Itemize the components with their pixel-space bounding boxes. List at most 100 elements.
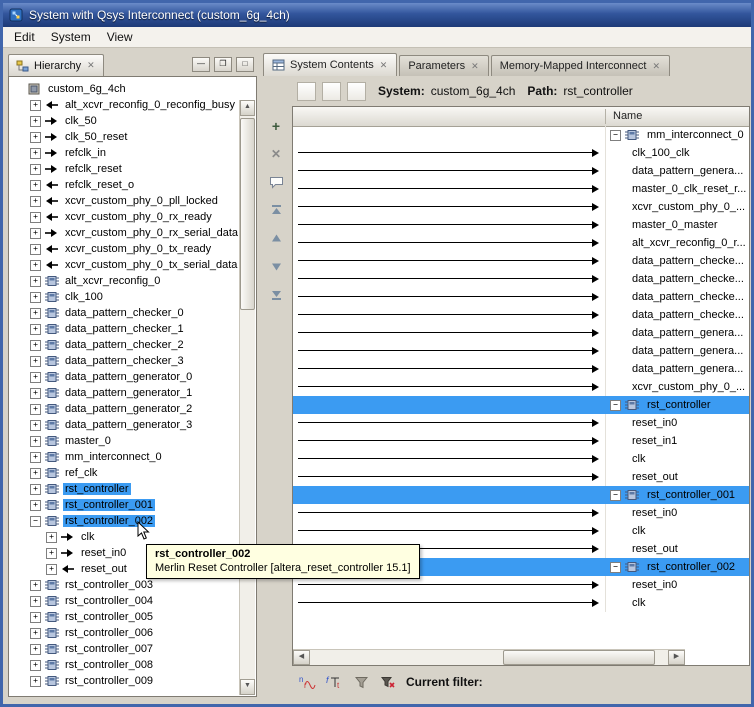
- expand-icon[interactable]: +: [30, 132, 41, 143]
- tree-item-data_pattern_checker_1[interactable]: +data_pattern_checker_1: [10, 321, 240, 337]
- tree-item-data_pattern_checker_3[interactable]: +data_pattern_checker_3: [10, 353, 240, 369]
- expand-icon[interactable]: +: [46, 532, 57, 543]
- toolbar-button-3[interactable]: [347, 82, 366, 101]
- expand-icon[interactable]: +: [46, 564, 57, 575]
- hierarchy-scrollbar[interactable]: ▲ ▼: [239, 100, 255, 695]
- tree-item-clk[interactable]: +clk: [10, 529, 240, 545]
- tab-hierarchy[interactable]: Hierarchy ✕: [8, 54, 104, 76]
- titlebar[interactable]: System with Qsys Interconnect (custom_6g…: [3, 3, 751, 27]
- tree-item-alt_xcvr_reconfig_0[interactable]: +alt_xcvr_reconfig_0: [10, 273, 240, 289]
- toolbar-button-1[interactable]: [297, 82, 316, 101]
- tab-hierarchy-close-icon[interactable]: ✕: [86, 61, 96, 70]
- contents-row-alt_xcvr_reconfig_0_r...[interactable]: alt_xcvr_reconfig_0_r...: [293, 234, 749, 252]
- tree-item-rst_controller[interactable]: +rst_controller: [10, 481, 240, 497]
- expand-icon[interactable]: +: [30, 356, 41, 367]
- contents-row-data_pattern_checke...[interactable]: data_pattern_checke...: [293, 270, 749, 288]
- tree-item-clk_50_reset[interactable]: +clk_50_reset: [10, 129, 240, 145]
- scroll-up-icon[interactable]: ▲: [240, 100, 255, 116]
- contents-row-mm_interconnect_0[interactable]: −mm_interconnect_0: [293, 126, 749, 144]
- contents-row-data_pattern_genera...[interactable]: data_pattern_genera...: [293, 360, 749, 378]
- tree-item-xcvr_custom_phy_0_pll_locked[interactable]: +xcvr_custom_phy_0_pll_locked: [10, 193, 240, 209]
- contents-row-clk[interactable]: clk: [293, 594, 749, 612]
- contents-row-xcvr_custom_phy_0_...[interactable]: xcvr_custom_phy_0_...: [293, 378, 749, 396]
- move-top-button[interactable]: [268, 202, 284, 218]
- expand-icon[interactable]: +: [30, 468, 41, 479]
- contents-row-data_pattern_genera...[interactable]: data_pattern_genera...: [293, 342, 749, 360]
- contents-row-reset_in0[interactable]: reset_in0: [293, 414, 749, 432]
- expand-icon[interactable]: +: [30, 148, 41, 159]
- expand-icon[interactable]: +: [30, 628, 41, 639]
- tab-system-contents-close-icon[interactable]: ✕: [379, 61, 389, 70]
- expand-icon[interactable]: +: [30, 308, 41, 319]
- contents-row-data_pattern_checke...[interactable]: data_pattern_checke...: [293, 288, 749, 306]
- collapse-icon[interactable]: −: [610, 130, 621, 141]
- expand-icon[interactable]: +: [46, 548, 57, 559]
- tab-memory-mapped-interconnect[interactable]: Memory-Mapped Interconnect ✕: [491, 55, 670, 76]
- waveform-filter-icon[interactable]: nr: [298, 674, 316, 690]
- expand-icon[interactable]: +: [30, 324, 41, 335]
- add-button[interactable]: +: [268, 118, 284, 134]
- name-column-header[interactable]: Name: [613, 110, 642, 122]
- expand-icon[interactable]: +: [30, 436, 41, 447]
- tree-item-xcvr_custom_phy_0_tx_ready[interactable]: +xcvr_custom_phy_0_tx_ready: [10, 241, 240, 257]
- tree-item-refclk_reset[interactable]: +refclk_reset: [10, 161, 240, 177]
- expand-icon[interactable]: +: [30, 372, 41, 383]
- tree-item-custom_6g_4ch[interactable]: custom_6g_4ch: [10, 81, 240, 97]
- contents-row-rst_controller_001[interactable]: −rst_controller_001: [293, 486, 749, 504]
- expand-icon[interactable]: +: [30, 644, 41, 655]
- collapse-icon[interactable]: −: [30, 516, 41, 527]
- expand-icon[interactable]: +: [30, 580, 41, 591]
- tree-item-rst_controller_006[interactable]: +rst_controller_006: [10, 625, 240, 641]
- tree-item-data_pattern_generator_3[interactable]: +data_pattern_generator_3: [10, 417, 240, 433]
- expand-icon[interactable]: +: [30, 596, 41, 607]
- tree-item-refclk_reset_o[interactable]: +refclk_reset_o: [10, 177, 240, 193]
- expand-icon[interactable]: +: [30, 388, 41, 399]
- tree-item-data_pattern_checker_0[interactable]: +data_pattern_checker_0: [10, 305, 240, 321]
- menu-edit[interactable]: Edit: [14, 30, 35, 44]
- expand-icon[interactable]: +: [30, 212, 41, 223]
- panel-float-button[interactable]: ❐: [214, 57, 232, 72]
- expand-icon[interactable]: +: [30, 340, 41, 351]
- tree-item-xcvr_custom_phy_0_tx_serial_data[interactable]: +xcvr_custom_phy_0_tx_serial_data: [10, 257, 240, 273]
- scroll-down-icon[interactable]: ▼: [240, 679, 255, 695]
- tree-item-alt_xcvr_reconfig_0_reconfig_busy[interactable]: +alt_xcvr_reconfig_0_reconfig_busy: [10, 97, 240, 113]
- move-up-button[interactable]: [268, 230, 284, 246]
- expand-icon[interactable]: +: [30, 276, 41, 287]
- contents-row-data_pattern_genera...[interactable]: data_pattern_genera...: [293, 324, 749, 342]
- tree-item-clk_50[interactable]: +clk_50: [10, 113, 240, 129]
- contents-row-reset_in1[interactable]: reset_in1: [293, 432, 749, 450]
- expand-icon[interactable]: +: [30, 404, 41, 415]
- scroll-left-icon[interactable]: ◀: [293, 650, 310, 665]
- contents-row-data_pattern_checke...[interactable]: data_pattern_checke...: [293, 306, 749, 324]
- tree-item-rst_controller_007[interactable]: +rst_controller_007: [10, 641, 240, 657]
- contents-row-rst_controller[interactable]: −rst_controller: [293, 396, 749, 414]
- tree-item-xcvr_custom_phy_0_rx_ready[interactable]: +xcvr_custom_phy_0_rx_ready: [10, 209, 240, 225]
- collapse-icon[interactable]: −: [610, 562, 621, 573]
- expand-icon[interactable]: +: [30, 116, 41, 127]
- move-bottom-button[interactable]: [268, 286, 284, 302]
- expand-icon[interactable]: +: [30, 196, 41, 207]
- tree-item-data_pattern_generator_1[interactable]: +data_pattern_generator_1: [10, 385, 240, 401]
- tree-item-rst_controller_008[interactable]: +rst_controller_008: [10, 657, 240, 673]
- tree-item-refclk_in[interactable]: +refclk_in: [10, 145, 240, 161]
- tree-item-rst_controller_003[interactable]: +rst_controller_003: [10, 577, 240, 593]
- tree-item-data_pattern_generator_2[interactable]: +data_pattern_generator_2: [10, 401, 240, 417]
- tree-item-ref_clk[interactable]: +ref_clk: [10, 465, 240, 481]
- tab-memory-mapped-interconnect-close-icon[interactable]: ✕: [651, 62, 661, 71]
- tree-item-data_pattern_checker_2[interactable]: +data_pattern_checker_2: [10, 337, 240, 353]
- tree-item-rst_controller_005[interactable]: +rst_controller_005: [10, 609, 240, 625]
- contents-row-master_0_clk_reset_r...[interactable]: master_0_clk_reset_r...: [293, 180, 749, 198]
- contents-row-data_pattern_genera...[interactable]: data_pattern_genera...: [293, 162, 749, 180]
- tab-system-contents[interactable]: System Contents ✕: [263, 53, 397, 76]
- collapse-icon[interactable]: −: [610, 400, 621, 411]
- expand-icon[interactable]: +: [30, 500, 41, 511]
- move-down-button[interactable]: [268, 258, 284, 274]
- menu-system[interactable]: System: [51, 30, 91, 44]
- tree-item-clk_100[interactable]: +clk_100: [10, 289, 240, 305]
- tree-item-rst_controller_004[interactable]: +rst_controller_004: [10, 593, 240, 609]
- expand-icon[interactable]: +: [30, 260, 41, 271]
- toolbar-button-2[interactable]: [322, 82, 341, 101]
- collapse-icon[interactable]: −: [610, 490, 621, 501]
- expand-icon[interactable]: +: [30, 244, 41, 255]
- expand-icon[interactable]: +: [30, 612, 41, 623]
